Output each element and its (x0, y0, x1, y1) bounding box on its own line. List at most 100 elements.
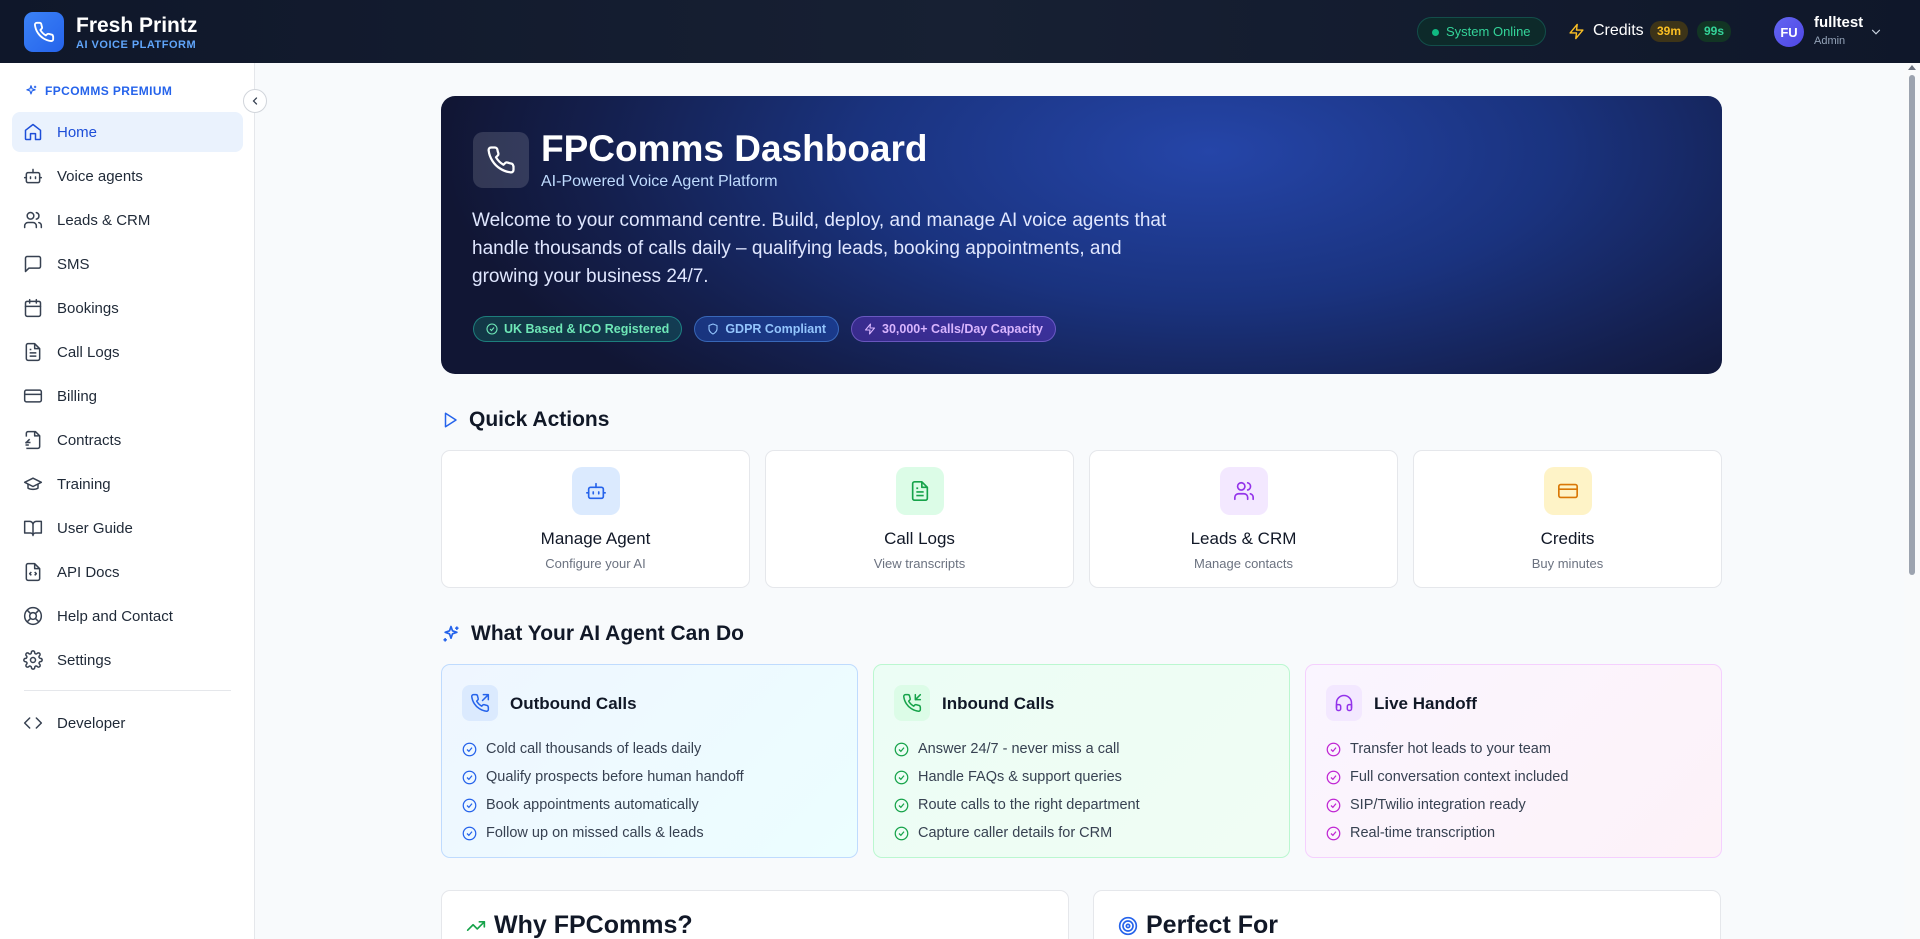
list-item: Cold call thousands of leads daily (462, 735, 744, 763)
capability-title: Outbound Calls (510, 694, 637, 713)
credits-label: Credits (1593, 22, 1644, 39)
phone-outgoing-icon (471, 693, 490, 712)
avatar[interactable]: FU (1774, 17, 1804, 47)
check-circle-icon (462, 826, 477, 840)
main-content: FPComms Dashboard AI-Powered Voice Agent… (256, 63, 1904, 939)
sidebar-item-api-docs[interactable]: API Docs (12, 552, 243, 592)
quick-action-call-logs[interactable]: Call Logs View transcripts (765, 450, 1074, 588)
sidebar-item-contracts[interactable]: Contracts (12, 420, 243, 460)
scroll-up-arrow-icon[interactable] (1908, 65, 1916, 70)
hero-banner: FPComms Dashboard AI-Powered Voice Agent… (441, 96, 1722, 374)
quick-action-subtitle: Manage contacts (1193, 556, 1293, 571)
sidebar-item-sms[interactable]: SMS (12, 244, 243, 284)
bot-icon (586, 482, 606, 500)
target-icon (1118, 916, 1138, 935)
capability-title: Live Handoff (1374, 694, 1477, 713)
code-file-icon (25, 562, 41, 582)
list-item-text: Real-time transcription (1350, 825, 1496, 841)
list-item-text: SIP/Twilio integration ready (1350, 797, 1526, 813)
sidebar-item-label: User Guide (57, 519, 133, 537)
quick-action-subtitle: Configure your AI (545, 556, 646, 571)
sidebar-item-voice-agents[interactable]: Voice agents (12, 156, 243, 196)
sidebar-divider (24, 690, 231, 691)
users-icon (1234, 481, 1254, 501)
list-item-text: Qualify prospects before human handoff (486, 769, 744, 785)
quick-action-leads-crm[interactable]: Leads & CRM Manage contacts (1089, 450, 1398, 588)
section-title: Quick Actions (469, 408, 610, 431)
badge-label: UK Based & ICO Registered (504, 322, 670, 336)
list-item: Follow up on missed calls & leads (462, 819, 744, 847)
sparkles-icon (26, 85, 37, 95)
file-text-icon (911, 481, 929, 501)
sidebar-item-home[interactable]: Home (12, 112, 243, 152)
file-text-icon (25, 342, 41, 362)
lifebuoy-icon (23, 606, 43, 626)
quick-action-title: Call Logs (884, 529, 955, 548)
check-circle-icon (1326, 770, 1341, 784)
main-scrollbar[interactable] (1904, 63, 1920, 939)
home-icon (24, 123, 42, 141)
scrollbar-thumb[interactable] (1909, 75, 1915, 575)
badge-gdpr: GDPR Compliant (694, 316, 840, 342)
capability-icon-box (1326, 685, 1362, 721)
list-item: Transfer hot leads to your team (1326, 735, 1568, 763)
check-circle-icon (1326, 742, 1341, 756)
why-fpcomms-heading: Why FPComms? (466, 911, 693, 939)
sidebar-item-call-logs[interactable]: Call Logs (12, 332, 243, 372)
capability-card-outbound: Outbound Calls Cold call thousands of le… (441, 664, 858, 858)
logo[interactable] (24, 12, 64, 52)
sidebar-collapse-button[interactable] (243, 89, 267, 113)
list-item-text: Cold call thousands of leads daily (486, 741, 702, 757)
sidebar-item-leads-crm[interactable]: Leads & CRM (12, 200, 243, 240)
credit-card-icon (1558, 483, 1578, 499)
sidebar-item-label: Leads & CRM (57, 211, 151, 229)
capability-icon-box (462, 685, 498, 721)
sidebar-item-help[interactable]: Help and Contact (12, 596, 243, 636)
list-item-text: Book appointments automatically (486, 797, 699, 813)
hero-icon-box (473, 132, 529, 188)
credits-minutes-badge: 39m (1650, 21, 1689, 42)
sidebar-item-label: Voice agents (57, 167, 143, 185)
list-item-text: Transfer hot leads to your team (1350, 741, 1551, 757)
perfect-for-card: Perfect For (1093, 890, 1721, 939)
badge-label: 30,000+ Calls/Day Capacity (882, 322, 1043, 336)
play-icon (444, 412, 457, 428)
sidebar-item-settings[interactable]: Settings (12, 640, 243, 680)
list-item: Book appointments automatically (462, 791, 744, 819)
list-item: Full conversation context included (1326, 763, 1568, 791)
credit-card-icon (23, 389, 43, 403)
brand-name: Fresh Printz (76, 14, 198, 37)
quick-action-manage-agent[interactable]: Manage Agent Configure your AI (441, 450, 750, 588)
check-circle-icon (894, 826, 909, 840)
check-circle-icon (1326, 798, 1341, 812)
user-name[interactable]: fulltest (1814, 14, 1863, 31)
chevron-down-icon[interactable] (1869, 25, 1883, 39)
sidebar-item-user-guide[interactable]: User Guide (12, 508, 243, 548)
credits-seconds-badge: 99s (1697, 21, 1732, 42)
quick-action-title: Leads & CRM (1190, 529, 1297, 548)
quick-action-credits[interactable]: Credits Buy minutes (1413, 450, 1722, 588)
sidebar-item-label: Help and Contact (57, 607, 173, 625)
user-role: Admin (1814, 35, 1846, 47)
capability-list: Transfer hot leads to your team Full con… (1326, 735, 1568, 847)
check-circle-icon (486, 323, 498, 335)
sidebar-item-label: Developer (57, 714, 126, 732)
quick-action-icon-box (1544, 467, 1592, 515)
list-item-text: Answer 24/7 - never miss a call (918, 741, 1120, 757)
sidebar: FPCOMMS PREMIUM Home Voice agents Leads … (0, 63, 255, 939)
badge-label: GDPR Compliant (725, 322, 827, 336)
chevron-left-icon (252, 97, 258, 105)
check-circle-icon (894, 770, 909, 784)
headphones-icon (1335, 694, 1353, 712)
capability-list: Cold call thousands of leads daily Quali… (462, 735, 744, 847)
sidebar-item-billing[interactable]: Billing (12, 376, 243, 416)
sidebar-item-label: Contracts (57, 431, 122, 449)
sidebar-item-developer[interactable]: Developer (12, 703, 243, 743)
lightning-icon (864, 323, 876, 335)
sidebar-item-bookings[interactable]: Bookings (12, 288, 243, 328)
lightning-icon (1569, 23, 1584, 40)
check-circle-icon (462, 742, 477, 756)
list-item: Capture caller details for CRM (894, 819, 1140, 847)
sidebar-item-training[interactable]: Training (12, 464, 243, 504)
graduation-cap-icon (23, 477, 43, 491)
